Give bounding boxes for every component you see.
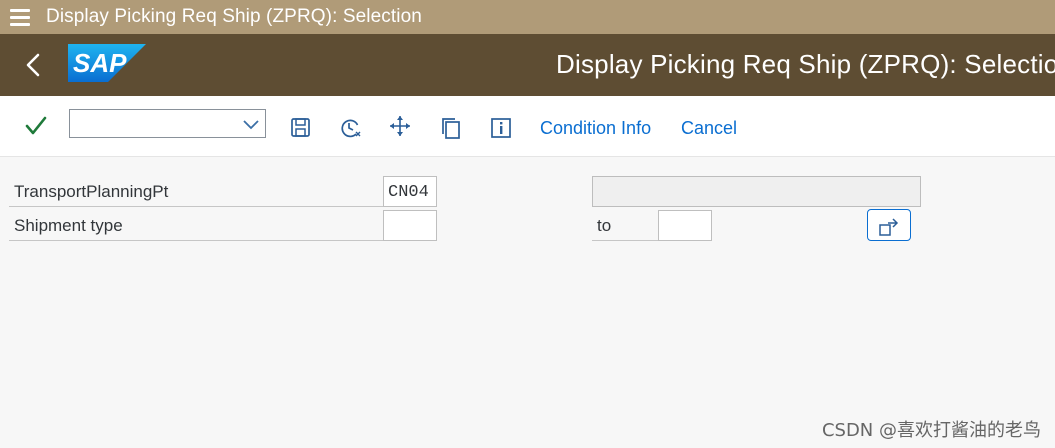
multiple-selection-button[interactable] — [867, 209, 911, 241]
shipment-type-to-input[interactable] — [658, 210, 712, 241]
back-icon[interactable] — [22, 52, 46, 78]
watermark: CSDN @喜欢打酱油的老鸟 — [821, 420, 1041, 441]
sap-logo: SAP — [68, 44, 146, 82]
to-label: to — [592, 212, 658, 241]
chevron-down-icon[interactable] — [243, 117, 259, 131]
info-icon[interactable] — [490, 117, 512, 139]
shipment-type-from-input[interactable] — [383, 210, 437, 241]
check-icon[interactable] — [25, 115, 47, 137]
save-icon[interactable] — [290, 117, 312, 139]
transport-planning-point-label: TransportPlanningPt — [9, 178, 383, 207]
svg-text:SAP: SAP — [73, 48, 127, 78]
multiple-selection-icon — [879, 218, 899, 236]
transport-planning-point-description — [592, 176, 921, 207]
cancel-button[interactable]: Cancel — [681, 118, 737, 139]
move-icon[interactable] — [389, 115, 411, 137]
variant-clock-icon[interactable] — [339, 117, 361, 139]
window-title: Display Picking Req Ship (ZPRQ): Selecti… — [46, 6, 422, 27]
window-title-bar: Display Picking Req Ship (ZPRQ): Selecti… — [0, 0, 1055, 34]
shipment-type-label: Shipment type — [9, 212, 383, 241]
page-title: Display Picking Req Ship (ZPRQ): Selecti… — [556, 49, 1055, 79]
shell-header: SAP Display Picking Req Ship (ZPRQ): Sel… — [0, 34, 1055, 96]
transport-planning-point-input[interactable]: CN04 — [383, 176, 437, 207]
copy-icon[interactable] — [440, 117, 462, 139]
condition-info-button[interactable]: Condition Info — [540, 118, 651, 139]
command-field-dropdown[interactable] — [69, 109, 266, 138]
hamburger-menu-icon[interactable] — [10, 8, 30, 26]
